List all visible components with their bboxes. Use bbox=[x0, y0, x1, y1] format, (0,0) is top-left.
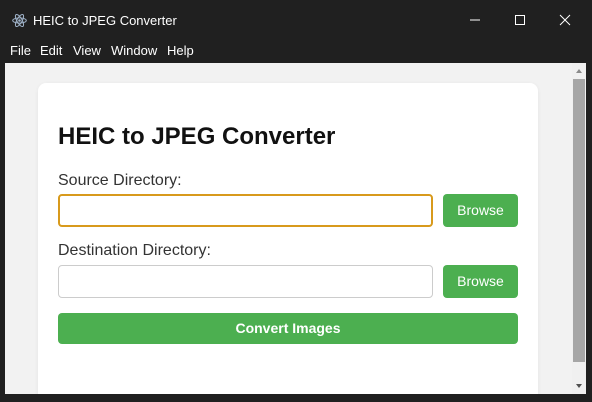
destination-directory-label: Destination Directory: bbox=[58, 242, 211, 259]
electron-atom-icon bbox=[12, 13, 27, 28]
minimize-icon bbox=[470, 19, 480, 21]
content-area: HEIC to JPEG Converter Source Directory:… bbox=[5, 63, 572, 394]
source-browse-button[interactable]: Browse bbox=[443, 194, 518, 227]
scroll-thumb[interactable] bbox=[573, 79, 585, 362]
window-title: HEIC to JPEG Converter bbox=[33, 13, 177, 28]
scroll-down-button[interactable] bbox=[572, 378, 586, 394]
arrow-down-icon bbox=[576, 384, 582, 388]
scroll-up-button[interactable] bbox=[572, 63, 586, 79]
vertical-scrollbar[interactable] bbox=[572, 63, 586, 394]
title-bar: HEIC to JPEG Converter bbox=[0, 0, 592, 40]
menu-view[interactable]: View bbox=[73, 43, 101, 59]
minimize-button[interactable] bbox=[452, 0, 498, 40]
converter-card: HEIC to JPEG Converter Source Directory:… bbox=[38, 83, 538, 394]
maximize-button[interactable] bbox=[497, 0, 543, 40]
menu-bar: File Edit View Window Help bbox=[0, 40, 592, 62]
maximize-icon bbox=[515, 15, 525, 25]
menu-help[interactable]: Help bbox=[167, 43, 194, 59]
menu-edit[interactable]: Edit bbox=[40, 43, 62, 59]
source-directory-input[interactable] bbox=[58, 194, 433, 227]
close-button[interactable] bbox=[542, 0, 588, 40]
menu-file[interactable]: File bbox=[10, 43, 31, 59]
destination-browse-button[interactable]: Browse bbox=[443, 265, 518, 298]
window-bottom-border bbox=[0, 394, 592, 402]
source-directory-label: Source Directory: bbox=[58, 172, 182, 189]
arrow-up-icon bbox=[576, 69, 582, 73]
page-title: HEIC to JPEG Converter bbox=[58, 123, 336, 150]
close-icon bbox=[559, 14, 571, 26]
convert-images-button[interactable]: Convert Images bbox=[58, 313, 518, 344]
menu-window[interactable]: Window bbox=[111, 43, 157, 59]
destination-directory-input[interactable] bbox=[58, 265, 433, 298]
